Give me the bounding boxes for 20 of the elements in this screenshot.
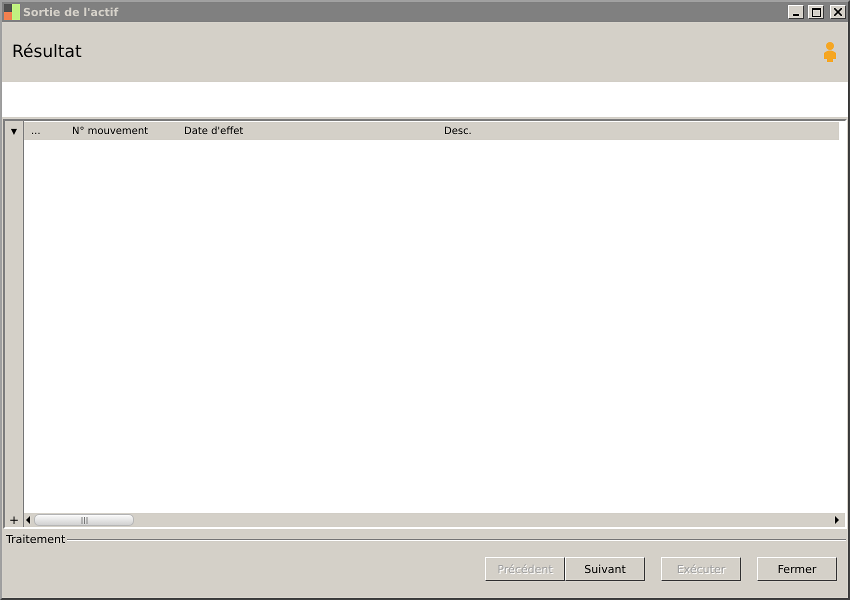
close-button[interactable] [830, 5, 846, 19]
page-title: Résultat [12, 42, 82, 62]
action-button[interactable]: Fermer [757, 557, 837, 581]
column-header[interactable]: Date d'effet [184, 126, 444, 136]
group-label: Traitement [6, 533, 66, 546]
maximize-button[interactable] [808, 5, 824, 19]
column-header[interactable]: Desc. [444, 126, 472, 136]
scroll-thumb[interactable] [34, 514, 134, 526]
column-header[interactable]: ... [31, 126, 72, 136]
column-menu-toggle[interactable]: ▼ [10, 124, 18, 140]
horizontal-scrollbar[interactable] [24, 513, 845, 527]
app-icon [4, 4, 20, 20]
action-button[interactable]: Suivant [565, 557, 645, 581]
scroll-right-icon[interactable] [833, 515, 841, 525]
maximize-icon [812, 8, 820, 16]
close-icon [834, 8, 842, 16]
column-header[interactable]: N° mouvement [72, 126, 184, 136]
window-title: Sortie de l'actif [23, 6, 120, 18]
minimize-button[interactable] [788, 5, 804, 19]
add-row-button[interactable]: + [7, 513, 21, 527]
